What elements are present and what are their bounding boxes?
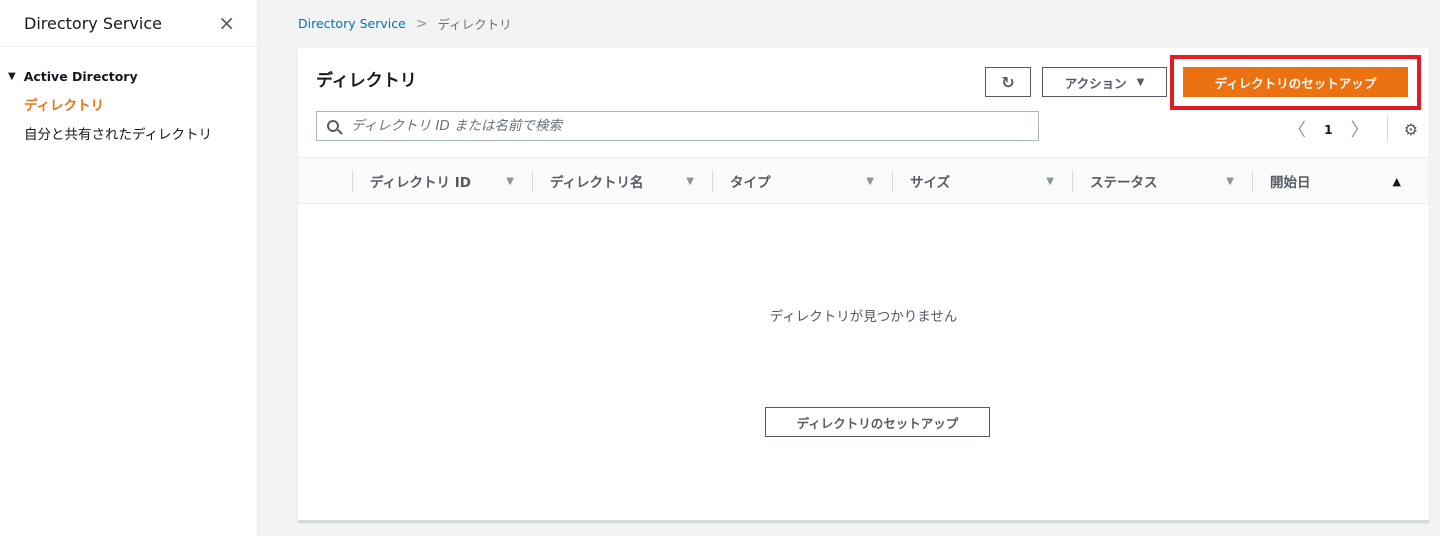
column-label: タイプ [730,175,771,191]
sort-down-icon: ▼ [686,175,694,187]
breadcrumb-link-directory-service[interactable]: Directory Service [298,16,406,31]
setup-directory-button[interactable]: ディレクトリのセットアップ [1183,67,1408,97]
sort-down-icon: ▼ [506,175,514,187]
empty-state-setup-button[interactable]: ディレクトリのセットアップ [765,407,990,437]
close-icon[interactable]: × [218,13,235,33]
sidebar-header: Directory Service × [0,0,257,47]
column-header-status[interactable]: ステータス ▼ [1072,158,1252,204]
column-header-start-date[interactable]: 開始日 ▲ [1252,158,1419,204]
sidebar: Directory Service × ▼ Active Directory デ… [0,0,258,536]
column-header-type[interactable]: タイプ ▼ [712,158,892,204]
sidebar-item-shared-directories[interactable]: 自分と共有されたディレクトリ [0,123,257,143]
sort-down-icon: ▼ [1226,175,1234,187]
sort-down-icon: ▼ [1046,175,1054,187]
caret-down-icon: ▼ [1136,76,1145,88]
breadcrumb: Directory Service > ディレクトリ [298,14,512,33]
chevron-left-icon[interactable]: 〈 [1288,116,1306,142]
column-header-size[interactable]: サイズ ▼ [892,158,1072,204]
empty-state-message: ディレクトリが見つかりません [769,309,958,325]
column-label: サイズ [910,175,951,191]
sidebar-section-label: Active Directory [23,69,138,84]
sidebar-section-active-directory[interactable]: ▼ Active Directory [0,47,257,84]
chevron-right-icon[interactable]: 〉 [1351,116,1369,142]
column-label: ディレクトリ ID [370,175,471,191]
refresh-button[interactable]: ↻ [985,67,1031,97]
search-input[interactable] [351,118,1031,134]
refresh-icon: ↻ [1001,72,1015,92]
column-label: ステータス [1090,175,1158,191]
actions-label: アクション [1064,75,1127,91]
caret-down-icon: ▼ [8,71,16,82]
column-header-directory-name[interactable]: ディレクトリ名 ▼ [532,158,712,204]
table-header: ディレクトリ ID ▼ ディレクトリ名 ▼ タイプ ▼ サイズ ▼ ステータス … [298,157,1429,204]
divider [1386,116,1388,142]
sort-down-icon: ▼ [866,175,874,187]
panel-title: ディレクトリ [316,71,417,91]
chevron-right-icon: > [415,15,428,32]
search-box[interactable] [316,111,1039,141]
gear-icon[interactable]: ⚙ [1404,120,1418,139]
column-label: ディレクトリ名 [550,175,644,191]
sort-up-icon: ▲ [1392,174,1401,188]
column-header-directory-id[interactable]: ディレクトリ ID ▼ [352,158,532,204]
sidebar-title: Directory Service [24,13,162,33]
sidebar-item-directories[interactable]: ディレクトリ [0,94,257,114]
actions-dropdown[interactable]: アクション ▼ [1042,67,1167,97]
directories-panel: ディレクトリ ↻ アクション ▼ ディレクトリのセットアップ 〈 1 〉 ⚙ デ… [298,48,1429,522]
pagination: 〈 1 〉 ⚙ [1288,116,1418,142]
search-icon [327,120,339,132]
column-label: 開始日 [1270,175,1311,191]
page-number[interactable]: 1 [1324,122,1333,137]
breadcrumb-current: ディレクトリ [437,17,512,32]
